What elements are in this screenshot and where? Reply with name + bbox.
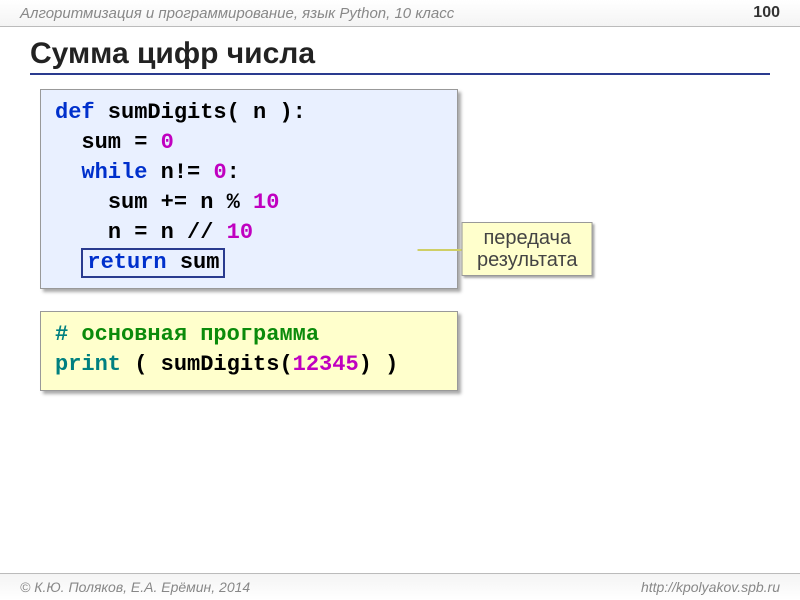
code-function: def sumDigits( n ): sum = 0 while n!= 0:… xyxy=(40,89,458,289)
code-text: sum = xyxy=(81,130,160,155)
footer-copyright: © К.Ю. Поляков, Е.А. Ерёмин, 2014 xyxy=(20,579,250,595)
code-number: 0 xyxy=(161,130,174,155)
kw-def: def xyxy=(55,100,95,125)
comment-text: основная программа xyxy=(68,322,319,347)
code-line: def sumDigits( n ): xyxy=(55,98,443,128)
code-text: : xyxy=(227,160,240,185)
return-highlight: return sum xyxy=(81,248,225,278)
code-number: 10 xyxy=(227,220,253,245)
kw-return: return xyxy=(87,250,166,275)
code-number: 12345 xyxy=(293,352,359,377)
code-line: sum += n % 10 xyxy=(55,188,443,218)
code-text: sum xyxy=(167,250,220,275)
slide-header: Алгоритмизация и программирование, язык … xyxy=(0,0,800,27)
callout: передача результата xyxy=(462,222,593,276)
footer-url: http://kpolyakov.spb.ru xyxy=(641,579,780,595)
header-subject: Алгоритмизация и программирование, язык … xyxy=(20,5,454,22)
page-number: 100 xyxy=(753,4,780,22)
code-number: 0 xyxy=(213,160,226,185)
code-text: n!= xyxy=(147,160,213,185)
code-text: ( sumDigits( xyxy=(121,352,293,377)
callout-text: результата xyxy=(477,249,578,271)
code-line: sum = 0 xyxy=(55,128,443,158)
code-number: 10 xyxy=(253,190,279,215)
code-text: n = n // xyxy=(108,220,227,245)
code-line: while n!= 0: xyxy=(55,158,443,188)
code-main: # основная программа print ( sumDigits(1… xyxy=(40,311,458,391)
kw-while: while xyxy=(81,160,147,185)
comment-hash: # xyxy=(55,322,68,347)
slide-title: Сумма цифр числа xyxy=(30,37,770,75)
kw-print: print xyxy=(55,352,121,377)
slide-footer: © К.Ю. Поляков, Е.А. Ерёмин, 2014 http:/… xyxy=(0,573,800,600)
code-text: sum += n % xyxy=(108,190,253,215)
callout-text: передача xyxy=(477,227,578,249)
code-line: # основная программа xyxy=(55,320,443,350)
code-line: n = n // 10 xyxy=(55,218,443,248)
code-line: print ( sumDigits(12345) ) xyxy=(55,350,443,380)
code-text: ) ) xyxy=(359,352,399,377)
callout-connector xyxy=(418,249,462,251)
code-text: sumDigits( n ): xyxy=(95,100,306,125)
code-line: return sum xyxy=(55,248,443,278)
callout-box: передача результата xyxy=(462,222,593,276)
